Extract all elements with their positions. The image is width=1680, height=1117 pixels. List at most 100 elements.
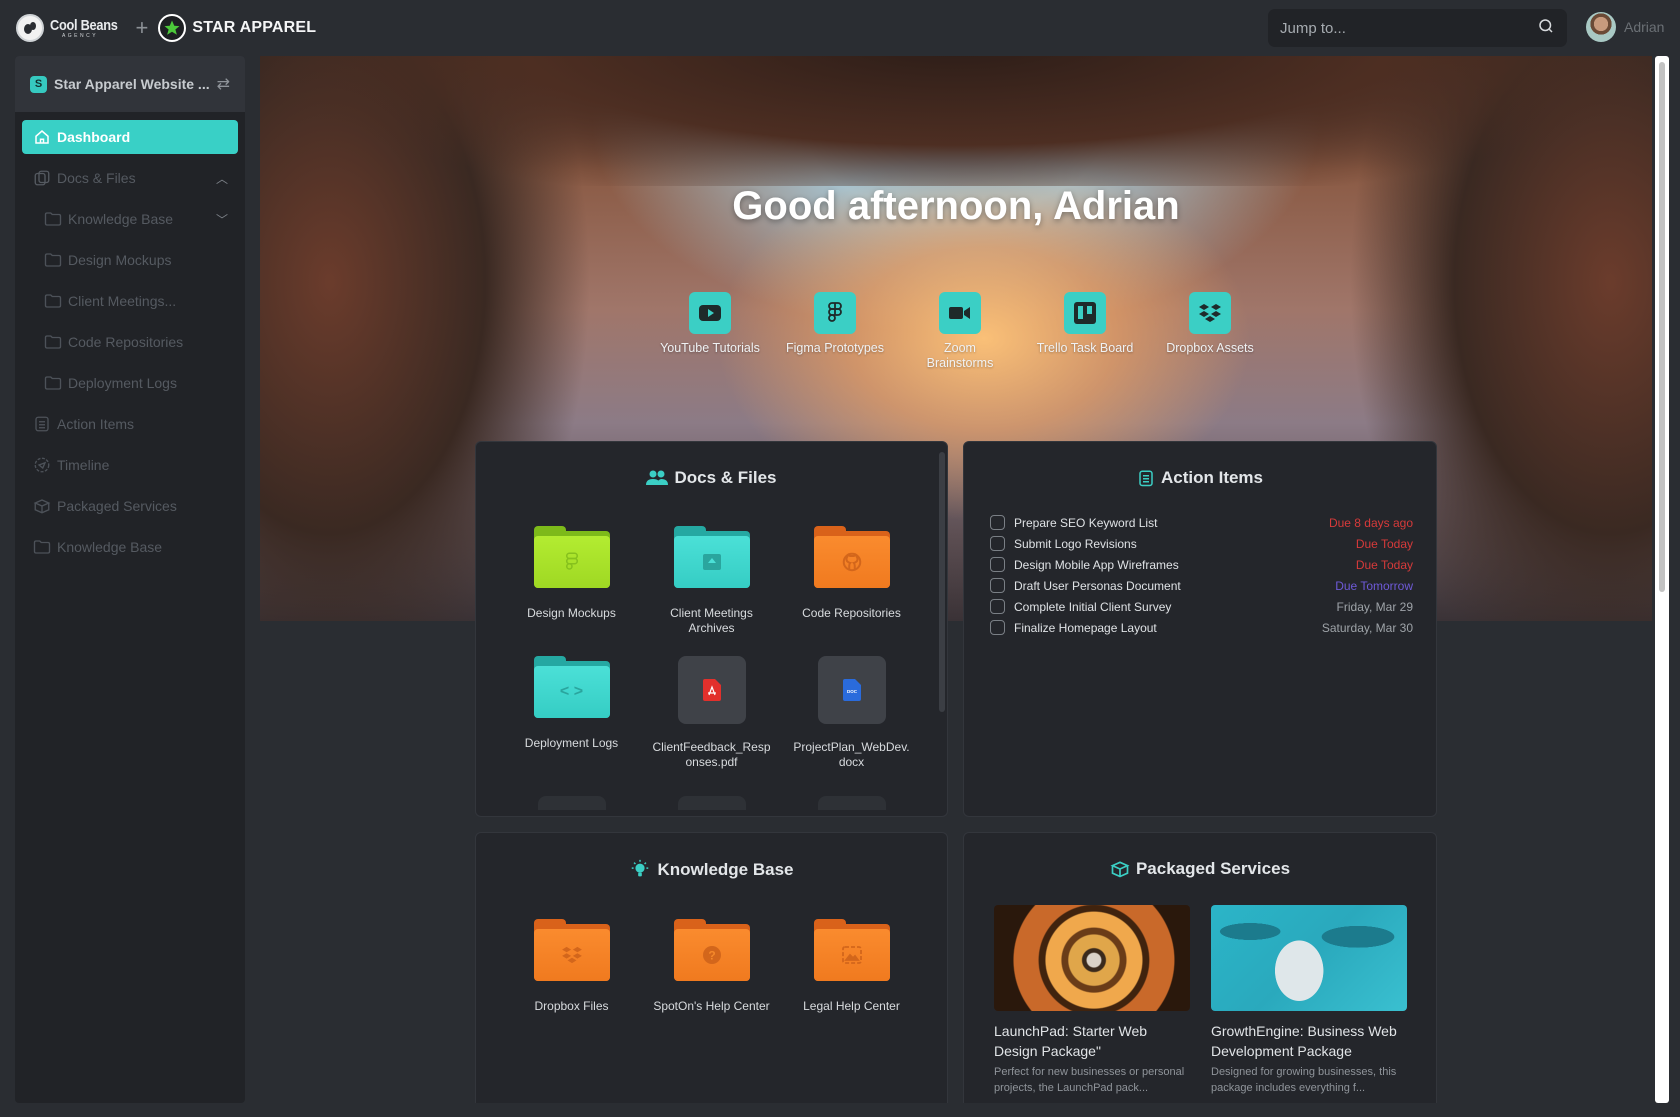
swap-icon[interactable]: ⇄ [217,74,230,94]
action-checkbox[interactable] [990,557,1005,572]
action-checkbox[interactable] [990,599,1005,614]
workspace-name: Star Apparel Website ... [54,76,210,92]
jump-to-search[interactable] [1268,9,1567,47]
page-scrollbar[interactable] [1655,56,1669,1103]
zoom-video-icon[interactable] [939,292,981,334]
knowledge-grid: Dropbox Files ? SpotOn's Help Center Leg… [476,919,947,1014]
action-items-card: Action Items Prepare SEO Keyword List Du… [963,441,1437,817]
hero-banner: Good afternoon, Adrian YouTube Tutorials… [260,56,1652,621]
tile-label: Design Mockups [527,606,616,620]
folder-dropbox-files[interactable]: Dropbox Files [502,919,642,1014]
quick-link-label: Figma Prototypes [786,341,884,355]
folder-legal-help-center[interactable]: Legal Help Center [782,919,922,1014]
trello-icon[interactable] [1064,292,1106,334]
quick-link-trello[interactable]: Trello Task Board [1035,292,1135,371]
search-icon[interactable] [1537,17,1555,40]
chevron-up-icon[interactable]: ︿ [216,170,228,187]
main-content: Good afternoon, Adrian YouTube Tutorials… [260,56,1652,1103]
action-name[interactable]: Submit Logo Revisions [1014,537,1356,551]
sidebar-item-docs-files[interactable]: Docs & Files ︿ [22,161,238,195]
folder-code-repositories[interactable]: Code Repositories [782,526,922,636]
avatar[interactable] [1586,12,1616,42]
sidebar-item-packaged-services[interactable]: Packaged Services [22,489,238,523]
quick-link-label: Dropbox Assets [1166,341,1254,355]
folder-icon [43,209,63,229]
action-checkbox[interactable] [990,515,1005,530]
sidebar-item-knowledge-base[interactable]: Knowledge Base [22,530,238,564]
image-icon [841,946,862,964]
action-name[interactable]: Finalize Homepage Layout [1014,621,1322,635]
code-icon: < > [559,683,584,700]
action-name[interactable]: Prepare SEO Keyword List [1014,516,1329,530]
action-name[interactable]: Draft User Personas Document [1014,579,1335,593]
quick-link-youtube[interactable]: YouTube Tutorials [660,292,760,371]
card-title: Docs & Files [674,468,777,487]
folder-icon [43,291,63,311]
box-icon [1110,859,1130,879]
service-description: Designed for growing businesses, this pa… [1211,1066,1397,1094]
action-due-date: Friday, Mar 29 [1336,599,1413,614]
sidebar-item-dashboard[interactable]: Dashboard [22,120,238,154]
folder-icon [673,526,750,588]
quick-link-zoom[interactable]: Zoom Brainstorms [910,292,1010,371]
service-title: LaunchPad: Starter Web Design Package" [994,1023,1148,1059]
client-name: STAR APPAREL [192,19,317,36]
service-launchpad[interactable]: LaunchPad: Starter Web Design Package" P… [994,905,1190,1096]
quick-link-figma[interactable]: Figma Prototypes [785,292,885,371]
sidebar-item-label: Code Repositories [68,334,184,350]
sidebar-item-deployment-logs[interactable]: Deployment Logs [33,366,238,400]
action-checkbox[interactable] [990,536,1005,551]
dropbox-icon[interactable] [1189,292,1231,334]
folder-deployment-logs[interactable]: < > Deployment Logs [502,656,642,770]
youtube-icon[interactable] [689,292,731,334]
user-menu[interactable]: Adrian [1586,12,1664,42]
figma-icon[interactable] [814,292,856,334]
action-items-heading: Action Items [964,468,1436,488]
tile-label: ClientFeedback_Responses.pdf [652,740,771,769]
services-list: LaunchPad: Starter Web Design Package" P… [994,905,1407,1096]
sidebar-item-design-mockups[interactable]: Design Mockups [33,243,238,277]
quick-link-dropbox[interactable]: Dropbox Assets [1160,292,1260,371]
sidebar-item-knowledge-base-sub[interactable]: Knowledge Base ﹀ [33,202,238,236]
action-name[interactable]: Design Mobile App Wireframes [1014,558,1356,572]
sidebar-item-code-repositories[interactable]: Code Repositories [33,325,238,359]
folder-icon: < > [533,656,610,718]
file-thumbnail [677,656,746,724]
tile-label: SpotOn's Help Center [653,999,770,1013]
folder-client-meetings[interactable]: Client Meetings Archives [642,526,782,636]
scrollbar-thumb[interactable] [1659,62,1665,592]
checklist-icon [32,414,52,434]
tile-label: Dropbox Files [534,999,609,1013]
home-icon [32,127,52,147]
sidebar-item-client-meetings[interactable]: Client Meetings... [33,284,238,318]
action-item: Draft User Personas Document Due Tomorro… [990,575,1413,596]
service-title: GrowthEngine: Business Web Development P… [1211,1023,1397,1059]
star-apparel-logo-icon [158,14,187,42]
help-icon: ? [702,946,721,964]
search-input[interactable] [1280,19,1537,37]
folder-icon [32,537,52,557]
top-bar: Cool Beans AGENCY + STAR APPAREL Adrian [0,0,1680,56]
box-icon [32,496,52,516]
file-client-feedback[interactable]: ClientFeedback_Responses.pdf [642,656,782,770]
sidebar-item-timeline[interactable]: Timeline [22,448,238,482]
service-growthengine[interactable]: GrowthEngine: Business Web Development P… [1211,905,1407,1096]
docs-scrollbar[interactable] [939,452,945,712]
brand[interactable]: Cool Beans AGENCY + STAR APPAREL [16,14,316,42]
folder-spoton-help-center[interactable]: ? SpotOn's Help Center [642,919,782,1014]
figma-icon [565,552,578,570]
sidebar-item-action-items[interactable]: Action Items [22,407,238,441]
action-due-date: Due 8 days ago [1328,515,1413,530]
folder-icon [813,919,890,981]
action-checkbox[interactable] [990,620,1005,635]
chevron-down-icon[interactable]: ﹀ [216,211,228,228]
tile-label: Code Repositories [802,606,901,620]
folder-design-mockups[interactable]: Design Mockups [502,526,642,636]
agency-sub: AGENCY [61,32,99,39]
action-name[interactable]: Complete Initial Client Survey [1014,600,1337,614]
workspace-switcher[interactable]: S Star Apparel Website ... ⇄ [15,56,245,112]
action-checkbox[interactable] [990,578,1005,593]
file-project-plan[interactable]: DOC ProjectPlan_WebDev.docx [782,656,922,770]
action-item: Design Mobile App Wireframes Due Today [990,554,1413,575]
knowledge-base-heading: Knowledge Base [476,859,947,881]
